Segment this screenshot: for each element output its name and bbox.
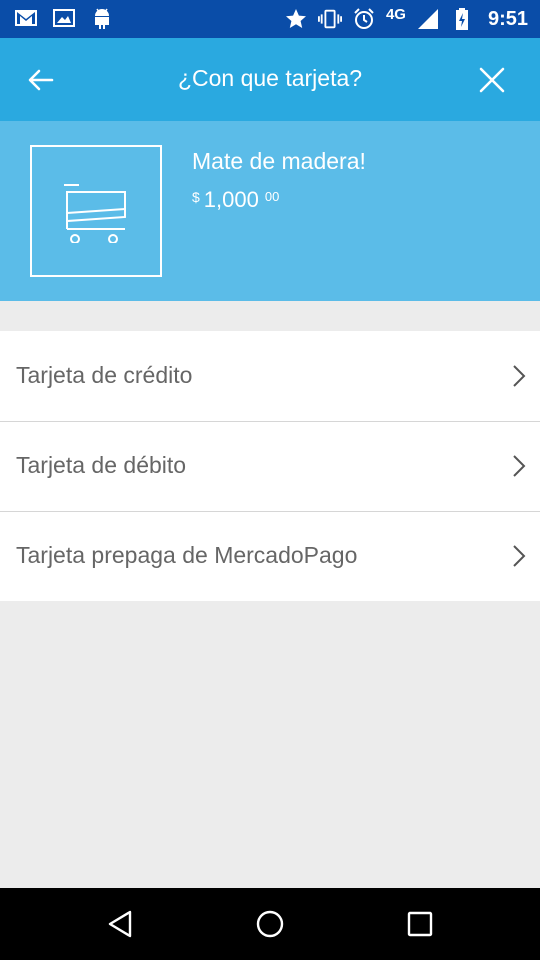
product-name: Mate de madera! [192, 148, 366, 174]
battery-charging-icon [450, 7, 474, 31]
android-icon [90, 6, 114, 30]
app-bar: ¿Con que tarjeta? [0, 38, 540, 121]
status-bar: 4G 9:51 [0, 0, 540, 38]
navigation-bar [0, 888, 540, 960]
product-thumbnail [30, 145, 162, 277]
gmail-icon [14, 6, 38, 30]
image-icon [52, 6, 76, 30]
chevron-right-icon [506, 453, 530, 479]
option-prepaid-card[interactable]: Tarjeta prepaga de MercadoPago [0, 511, 540, 601]
vibrate-icon [317, 7, 342, 31]
option-label: Tarjeta de crédito [16, 362, 193, 388]
star-icon [284, 7, 308, 31]
option-label: Tarjeta de débito [16, 452, 187, 478]
chevron-right-icon [506, 363, 530, 389]
price-currency: $ [192, 189, 200, 205]
back-triangle-icon[interactable] [100, 906, 140, 942]
price-integer: 1,000 [203, 187, 259, 212]
option-label: Tarjeta prepaga de MercadoPago [16, 542, 358, 568]
home-circle-icon[interactable] [250, 906, 290, 942]
close-icon[interactable] [477, 65, 507, 95]
signal-icon [416, 7, 440, 31]
alarm-icon [352, 7, 376, 31]
clock: 9:51 [487, 7, 528, 30]
status-right: 4G 9:51 [284, 4, 528, 34]
price-decimals: 00 [264, 189, 280, 204]
chevron-right-icon [506, 543, 530, 569]
recents-square-icon[interactable] [400, 906, 440, 942]
page-title: ¿Con que tarjeta? [177, 65, 363, 91]
payment-options-list: Tarjeta de crédito Tarjeta de débito Tar… [0, 331, 540, 601]
product-summary: Mate de madera! $ 1,000 00 [0, 121, 540, 301]
option-debit-card[interactable]: Tarjeta de débito [0, 421, 540, 511]
option-credit-card[interactable]: Tarjeta de crédito [0, 331, 540, 421]
shopping-cart-icon [64, 184, 126, 243]
status-left [14, 6, 114, 30]
product-price: $ 1,000 00 [192, 187, 279, 213]
network-type: 4G [385, 5, 406, 23]
